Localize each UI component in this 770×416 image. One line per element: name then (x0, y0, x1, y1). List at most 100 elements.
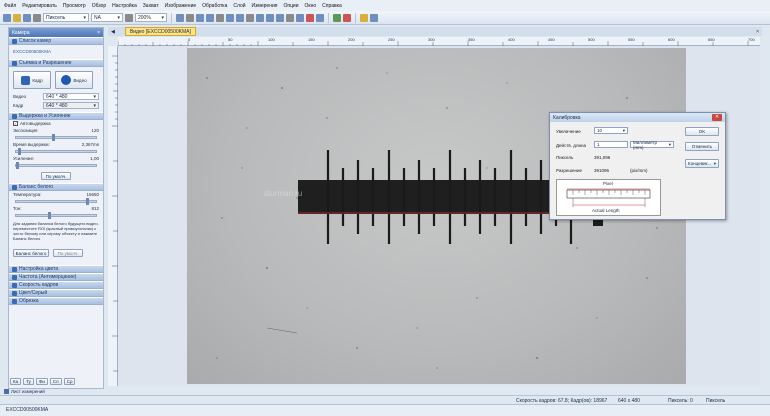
parallel-icon[interactable] (236, 13, 244, 22)
menu-layer[interactable]: Слой (233, 3, 245, 9)
section-camera-list[interactable]: Список камер (9, 37, 103, 45)
tab-video[interactable]: Видео [EXCCD00500KMA] (124, 27, 196, 36)
zoom-select[interactable]: 200% ▾ (135, 13, 167, 22)
menu-setup[interactable]: Настройка (112, 3, 137, 9)
section-white-balance[interactable]: Баланс белого (9, 183, 103, 191)
circle-icon[interactable] (276, 13, 284, 22)
menu-capture[interactable]: Захват (143, 3, 159, 9)
tab-scroll-left-icon[interactable]: ◀ (111, 29, 115, 35)
polygon-icon[interactable] (286, 13, 294, 22)
camera-name[interactable]: EXCCD00500KMA (9, 45, 103, 59)
panel-tab-2[interactable]: Ту (23, 378, 34, 385)
camera-icon (12, 38, 17, 44)
menu-file[interactable]: Файл (4, 3, 16, 9)
hand-icon[interactable] (186, 13, 194, 22)
frame-res-select[interactable]: 640 * 480 ▾ (43, 102, 99, 109)
export-icon[interactable] (360, 13, 368, 22)
pen-select[interactable]: Пиксель ▾ (43, 13, 89, 22)
camera-panel: Камера × Список камер EXCCD00500KMA Съем… (8, 27, 104, 389)
watermark: sturman.ru (264, 189, 303, 198)
exposure-time-slider[interactable] (15, 148, 97, 155)
menu-process[interactable]: Обработка (202, 3, 227, 9)
text-icon[interactable] (306, 13, 314, 22)
actual-length-input[interactable]: 1 (594, 141, 628, 148)
select-icon[interactable] (176, 13, 184, 22)
new-icon[interactable] (3, 13, 11, 22)
tint-slider[interactable] (15, 212, 97, 219)
section-white-balance-label: Баланс белого (19, 184, 54, 190)
menu-help[interactable]: Справка (322, 3, 342, 9)
dialog-titlebar: Калибровка ✕ (550, 113, 725, 122)
section-exposure[interactable]: Выдержка и Усиление (9, 112, 103, 120)
scale-bar-icon[interactable] (343, 13, 351, 22)
vertical-icon[interactable] (246, 13, 254, 22)
section-frame-rate[interactable]: Скорость кадров (9, 281, 103, 289)
chevron-down-icon: ▾ (83, 14, 86, 21)
slider-knob[interactable] (52, 134, 55, 141)
line-icon[interactable] (216, 13, 224, 22)
zoom-icon[interactable] (125, 13, 133, 22)
polyline-icon[interactable] (226, 13, 234, 22)
curve-icon[interactable] (296, 13, 304, 22)
exposure-default-button[interactable]: По умолч. (41, 172, 71, 180)
close-icon[interactable]: × (756, 29, 759, 35)
pixel-label: Пиксель (556, 155, 574, 160)
ok-button[interactable]: OK (685, 127, 719, 136)
white-balance-button[interactable]: Баланс белого (13, 249, 49, 257)
white-balance-default-button[interactable]: По умолч. (53, 249, 83, 257)
close-icon[interactable]: ✕ (712, 114, 722, 121)
auto-exposure-checkbox[interactable]: ✓ (13, 121, 18, 126)
section-frequency[interactable]: Частота (Антимерцание) (9, 273, 103, 281)
na-select[interactable]: NA ▾ (91, 13, 123, 22)
menu-edit[interactable]: Редактировать (22, 3, 57, 9)
menu-window[interactable]: Окно (305, 3, 317, 9)
section-color-adjust-label: Настройка цвета (19, 266, 59, 272)
tint-row: Тон: 812 (9, 205, 103, 212)
section-color-adjust[interactable]: Настройка цвета (9, 265, 103, 273)
slider-knob[interactable] (16, 162, 19, 169)
menu-options[interactable]: Опции (283, 3, 298, 9)
color-select[interactable]: Концевик... ▾ (685, 159, 719, 168)
unit-select[interactable]: Миллиметр (mm) ▾ (630, 140, 674, 150)
slider-knob[interactable] (17, 148, 21, 155)
play-icon (61, 75, 72, 85)
panel-tab-4[interactable]: Сл (49, 378, 62, 385)
arrow-icon[interactable] (316, 13, 324, 22)
print-icon[interactable] (33, 13, 41, 22)
panel-tab-camera[interactable]: Ка (10, 378, 22, 385)
chevron-down-icon: ▾ (93, 93, 96, 100)
zoom-select[interactable]: 10 ▾ (594, 127, 628, 134)
menu-image[interactable]: Изображение (165, 3, 197, 9)
save-icon[interactable] (23, 13, 31, 22)
filter-icon[interactable] (370, 13, 378, 22)
temperature-slider[interactable] (15, 198, 97, 205)
video-button[interactable]: Видео (55, 71, 93, 89)
snap-button[interactable]: Кадр (13, 71, 51, 89)
video-res-select[interactable]: 640 * 480 ▾ (43, 93, 99, 100)
slider-knob[interactable] (48, 212, 51, 219)
slider-knob[interactable] (86, 198, 90, 205)
panel-tab-3[interactable]: Фи (35, 378, 48, 385)
angle-icon[interactable] (206, 13, 214, 22)
menu-browse[interactable]: Обзор (92, 3, 106, 9)
crop-icon (12, 298, 17, 304)
ruler-label: 150 (308, 37, 315, 42)
rectangle-icon[interactable] (256, 13, 264, 22)
point-icon[interactable] (196, 13, 204, 22)
section-color-gray[interactable]: Цвет/Серый (9, 289, 103, 297)
video-res-label: Видео (13, 94, 27, 99)
ellipse-icon[interactable] (266, 13, 274, 22)
menu-view[interactable]: Просмотр (63, 3, 86, 9)
menu-measure[interactable]: Измерения (252, 3, 278, 9)
panel-tab-5[interactable]: Ср (63, 378, 76, 385)
open-icon[interactable] (13, 13, 21, 22)
cancel-button[interactable]: Отменить (685, 142, 719, 151)
calibrate-icon[interactable] (333, 13, 341, 22)
exposure-target-slider[interactable] (15, 134, 97, 141)
gain-slider[interactable] (15, 162, 97, 169)
section-crop[interactable]: Обрезка (9, 297, 103, 305)
close-icon[interactable]: × (97, 30, 100, 36)
section-capture[interactable]: Съемка и Разрешение (9, 59, 103, 67)
measurement-sheet-tab[interactable]: Лист измерений (2, 388, 102, 395)
temperature-row: Температура: 15650 (9, 191, 103, 198)
